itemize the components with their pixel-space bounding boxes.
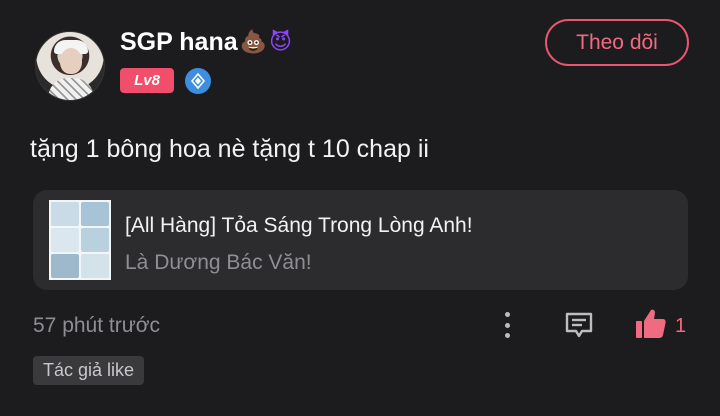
- thumbs-up-icon[interactable]: [634, 307, 668, 346]
- timestamp: 57 phút trước: [33, 314, 161, 337]
- story-title: [All Hàng] Tỏa Sáng Trong Lòng Anh!: [125, 214, 473, 237]
- avatar-shirt: [48, 78, 94, 100]
- follow-button[interactable]: Theo dõi: [545, 19, 689, 66]
- story-subtitle: Là Dương Bác Văn!: [125, 251, 312, 274]
- avatar[interactable]: [35, 31, 105, 101]
- poop-emoji-icon: 💩: [239, 29, 268, 55]
- comment-text: tặng 1 bông hoa nè tặng t 10 chap ii: [30, 135, 429, 163]
- reply-comment-icon[interactable]: [563, 309, 595, 346]
- linked-story-card[interactable]: [All Hàng] Tỏa Sáng Trong Lòng Anh! Là D…: [33, 190, 688, 290]
- devil-emoji-icon: 😈: [269, 29, 292, 55]
- vip-diamond-icon: [185, 68, 211, 94]
- more-vertical-icon[interactable]: [496, 309, 518, 341]
- story-thumbnail: [49, 200, 111, 280]
- username-text: SGP hana: [120, 28, 238, 56]
- avatar-face: [60, 48, 82, 74]
- level-badge: Lv8: [120, 68, 174, 93]
- author-like-tag: Tác giả like: [33, 356, 145, 385]
- like-count: 1: [675, 315, 687, 337]
- username[interactable]: SGP hana 💩 😈: [120, 28, 292, 57]
